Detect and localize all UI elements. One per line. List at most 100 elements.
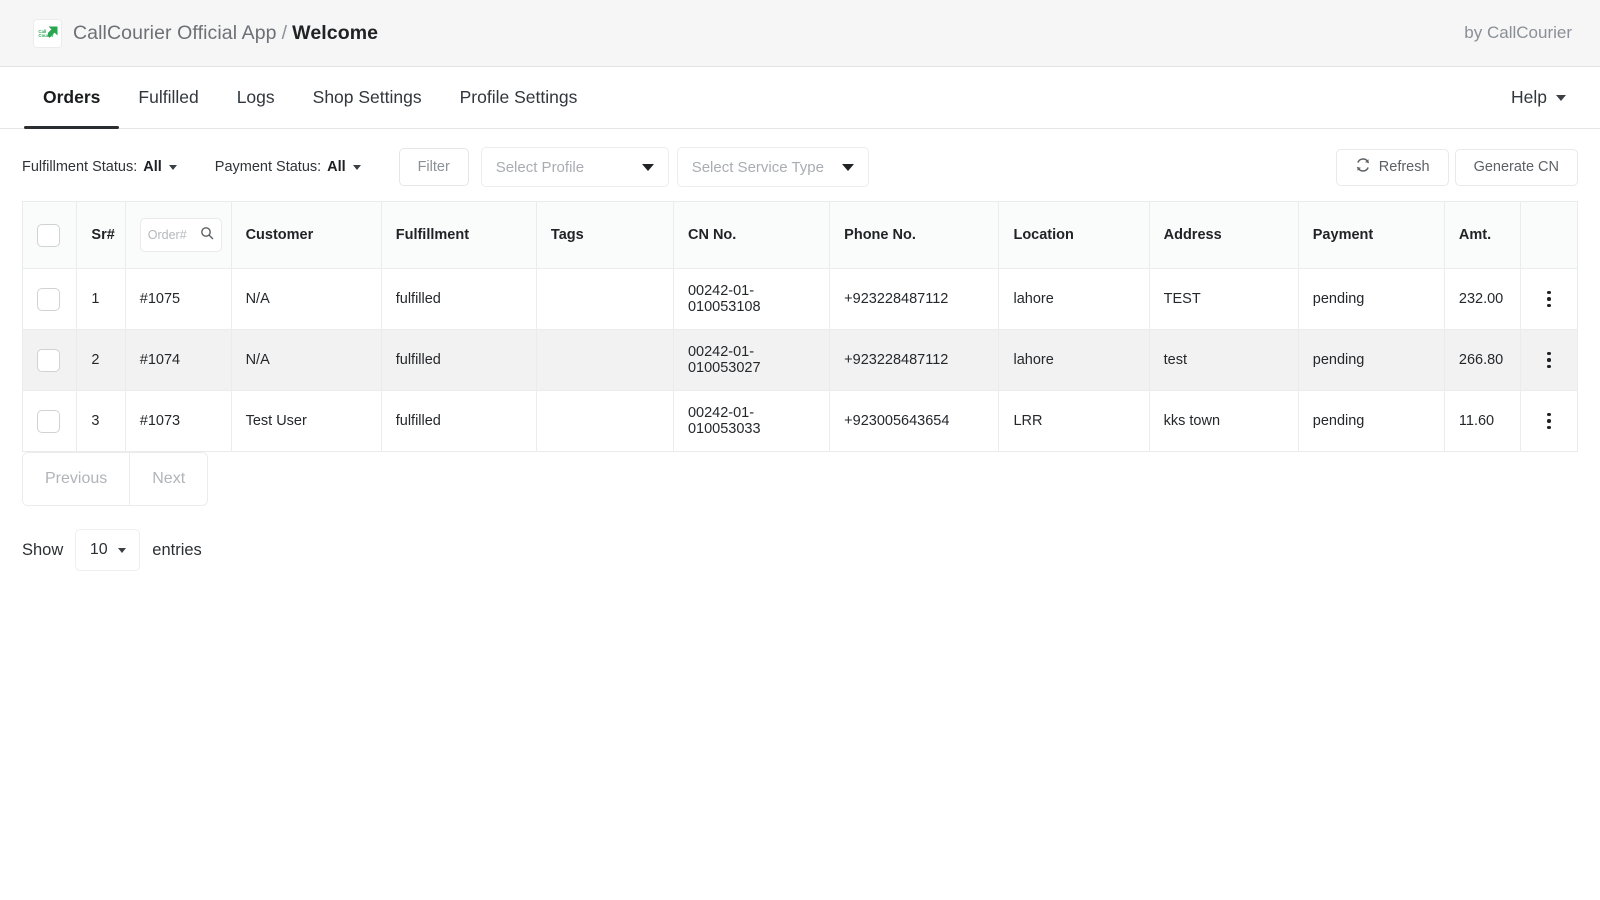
- cell-customer: N/A: [231, 269, 381, 330]
- entries-per-page: Show 10 entries: [22, 529, 1578, 571]
- tab-orders[interactable]: Orders: [24, 67, 119, 128]
- select-all-header: [23, 202, 77, 269]
- top-bar: Call Courier CallCourier Official App/We…: [0, 0, 1600, 67]
- cell-cn-no: 00242-01-010053108: [673, 269, 829, 330]
- fulfillment-status-dropdown[interactable]: Fulfillment Status: All: [22, 159, 177, 175]
- header-location: Location: [999, 202, 1149, 269]
- cell-customer: N/A: [231, 330, 381, 391]
- row-select-cell: [23, 330, 77, 391]
- tab-logs[interactable]: Logs: [218, 67, 294, 128]
- table-header: Sr# Order# Customer Fulfillment Ta: [23, 202, 1578, 269]
- cell-address: TEST: [1149, 269, 1298, 330]
- cell-amt: 232.00: [1444, 269, 1521, 330]
- help-dropdown[interactable]: Help: [1505, 67, 1572, 128]
- cell-fulfillment: fulfilled: [381, 330, 536, 391]
- tab-fulfilled[interactable]: Fulfilled: [119, 67, 217, 128]
- refresh-icon: [1355, 157, 1371, 177]
- row-checkbox[interactable]: [37, 349, 60, 372]
- pagination-controls: Previous Next: [22, 452, 208, 506]
- tab-orders-label: Orders: [43, 87, 100, 108]
- header-order-search: Order#: [125, 202, 231, 269]
- orders-table-container: Sr# Order# Customer Fulfillment Ta: [0, 201, 1600, 452]
- chevron-down-icon: [118, 548, 126, 553]
- cell-payment: pending: [1298, 269, 1444, 330]
- cell-location: lahore: [999, 269, 1149, 330]
- fulfillment-status-value: All: [143, 159, 162, 175]
- table-row[interactable]: 2 #1074 N/A fulfilled 00242-01-010053027…: [23, 330, 1578, 391]
- cell-order: #1073: [125, 391, 231, 452]
- row-menu-icon[interactable]: [1535, 409, 1563, 434]
- header-actions: [1521, 202, 1578, 269]
- table-row[interactable]: 3 #1073 Test User fulfilled 00242-01-010…: [23, 391, 1578, 452]
- select-service-type-placeholder: Select Service Type: [692, 159, 824, 176]
- breadcrumb: Call Courier CallCourier Official App/We…: [34, 20, 378, 47]
- select-all-checkbox[interactable]: [37, 224, 60, 247]
- table-row[interactable]: 1 #1075 N/A fulfilled 00242-01-010053108…: [23, 269, 1578, 330]
- chevron-down-icon: [842, 164, 854, 171]
- header-tags: Tags: [536, 202, 673, 269]
- select-service-type-dropdown[interactable]: Select Service Type: [677, 147, 869, 187]
- row-menu-icon[interactable]: [1535, 287, 1563, 312]
- payment-status-value: All: [327, 159, 346, 175]
- cell-fulfillment: fulfilled: [381, 391, 536, 452]
- filter-toolbar: Fulfillment Status: All Payment Status: …: [0, 129, 1600, 201]
- cell-fulfillment: fulfilled: [381, 269, 536, 330]
- cell-sr: 1: [77, 269, 125, 330]
- page-title: Welcome: [292, 22, 378, 44]
- filter-button[interactable]: Filter: [399, 148, 469, 186]
- fulfillment-status-label: Fulfillment Status:: [22, 159, 137, 175]
- header-customer: Customer: [231, 202, 381, 269]
- cell-address: kks town: [1149, 391, 1298, 452]
- cell-phone-no: +923228487112: [830, 269, 999, 330]
- help-label: Help: [1511, 87, 1547, 108]
- entries-count-select[interactable]: 10: [75, 529, 140, 571]
- payment-status-label: Payment Status:: [215, 159, 321, 175]
- cell-actions: [1521, 269, 1578, 330]
- cell-order: #1075: [125, 269, 231, 330]
- cell-sr: 2: [77, 330, 125, 391]
- cell-cn-no: 00242-01-010053033: [673, 391, 829, 452]
- entries-count-value: 10: [90, 541, 108, 559]
- row-select-cell: [23, 391, 77, 452]
- row-checkbox[interactable]: [37, 410, 60, 433]
- cell-sr: 3: [77, 391, 125, 452]
- cell-amt: 11.60: [1444, 391, 1521, 452]
- cell-customer: Test User: [231, 391, 381, 452]
- cell-payment: pending: [1298, 391, 1444, 452]
- header-amt: Amt.: [1444, 202, 1521, 269]
- toolbar-actions: Refresh Generate CN: [1336, 149, 1578, 186]
- tab-shop-settings[interactable]: Shop Settings: [294, 67, 441, 128]
- cell-actions: [1521, 391, 1578, 452]
- tab-profile-settings[interactable]: Profile Settings: [441, 67, 597, 128]
- next-page-button[interactable]: Next: [129, 453, 207, 505]
- chevron-down-icon: [642, 164, 654, 171]
- header-phone-no: Phone No.: [830, 202, 999, 269]
- cell-tags: [536, 330, 673, 391]
- header-sr: Sr#: [77, 202, 125, 269]
- select-profile-placeholder: Select Profile: [496, 159, 624, 176]
- search-icon: [200, 226, 214, 244]
- callcourier-logo-icon: Call Courier: [34, 20, 61, 47]
- cell-payment: pending: [1298, 330, 1444, 391]
- cell-cn-no: 00242-01-010053027: [673, 330, 829, 391]
- previous-page-button[interactable]: Previous: [23, 453, 129, 505]
- breadcrumb-text: CallCourier Official App/Welcome: [73, 22, 378, 45]
- payment-status-dropdown[interactable]: Payment Status: All: [215, 159, 361, 175]
- refresh-button[interactable]: Refresh: [1336, 149, 1449, 186]
- app-name: CallCourier Official App: [73, 22, 277, 44]
- table-body: 1 #1075 N/A fulfilled 00242-01-010053108…: [23, 269, 1578, 452]
- table-header-row: Sr# Order# Customer Fulfillment Ta: [23, 202, 1578, 269]
- cell-phone-no: +923228487112: [830, 330, 999, 391]
- svg-text:Courier: Courier: [38, 33, 54, 38]
- cell-address: test: [1149, 330, 1298, 391]
- chevron-down-icon: [353, 165, 361, 170]
- row-checkbox[interactable]: [37, 288, 60, 311]
- cell-order: #1074: [125, 330, 231, 391]
- row-menu-icon[interactable]: [1535, 348, 1563, 373]
- chevron-down-icon: [169, 165, 177, 170]
- order-search-input[interactable]: Order#: [140, 218, 222, 252]
- select-profile-dropdown[interactable]: Select Profile: [481, 147, 669, 187]
- tab-profile-settings-label: Profile Settings: [460, 87, 578, 108]
- header-payment: Payment: [1298, 202, 1444, 269]
- generate-cn-button[interactable]: Generate CN: [1455, 149, 1578, 186]
